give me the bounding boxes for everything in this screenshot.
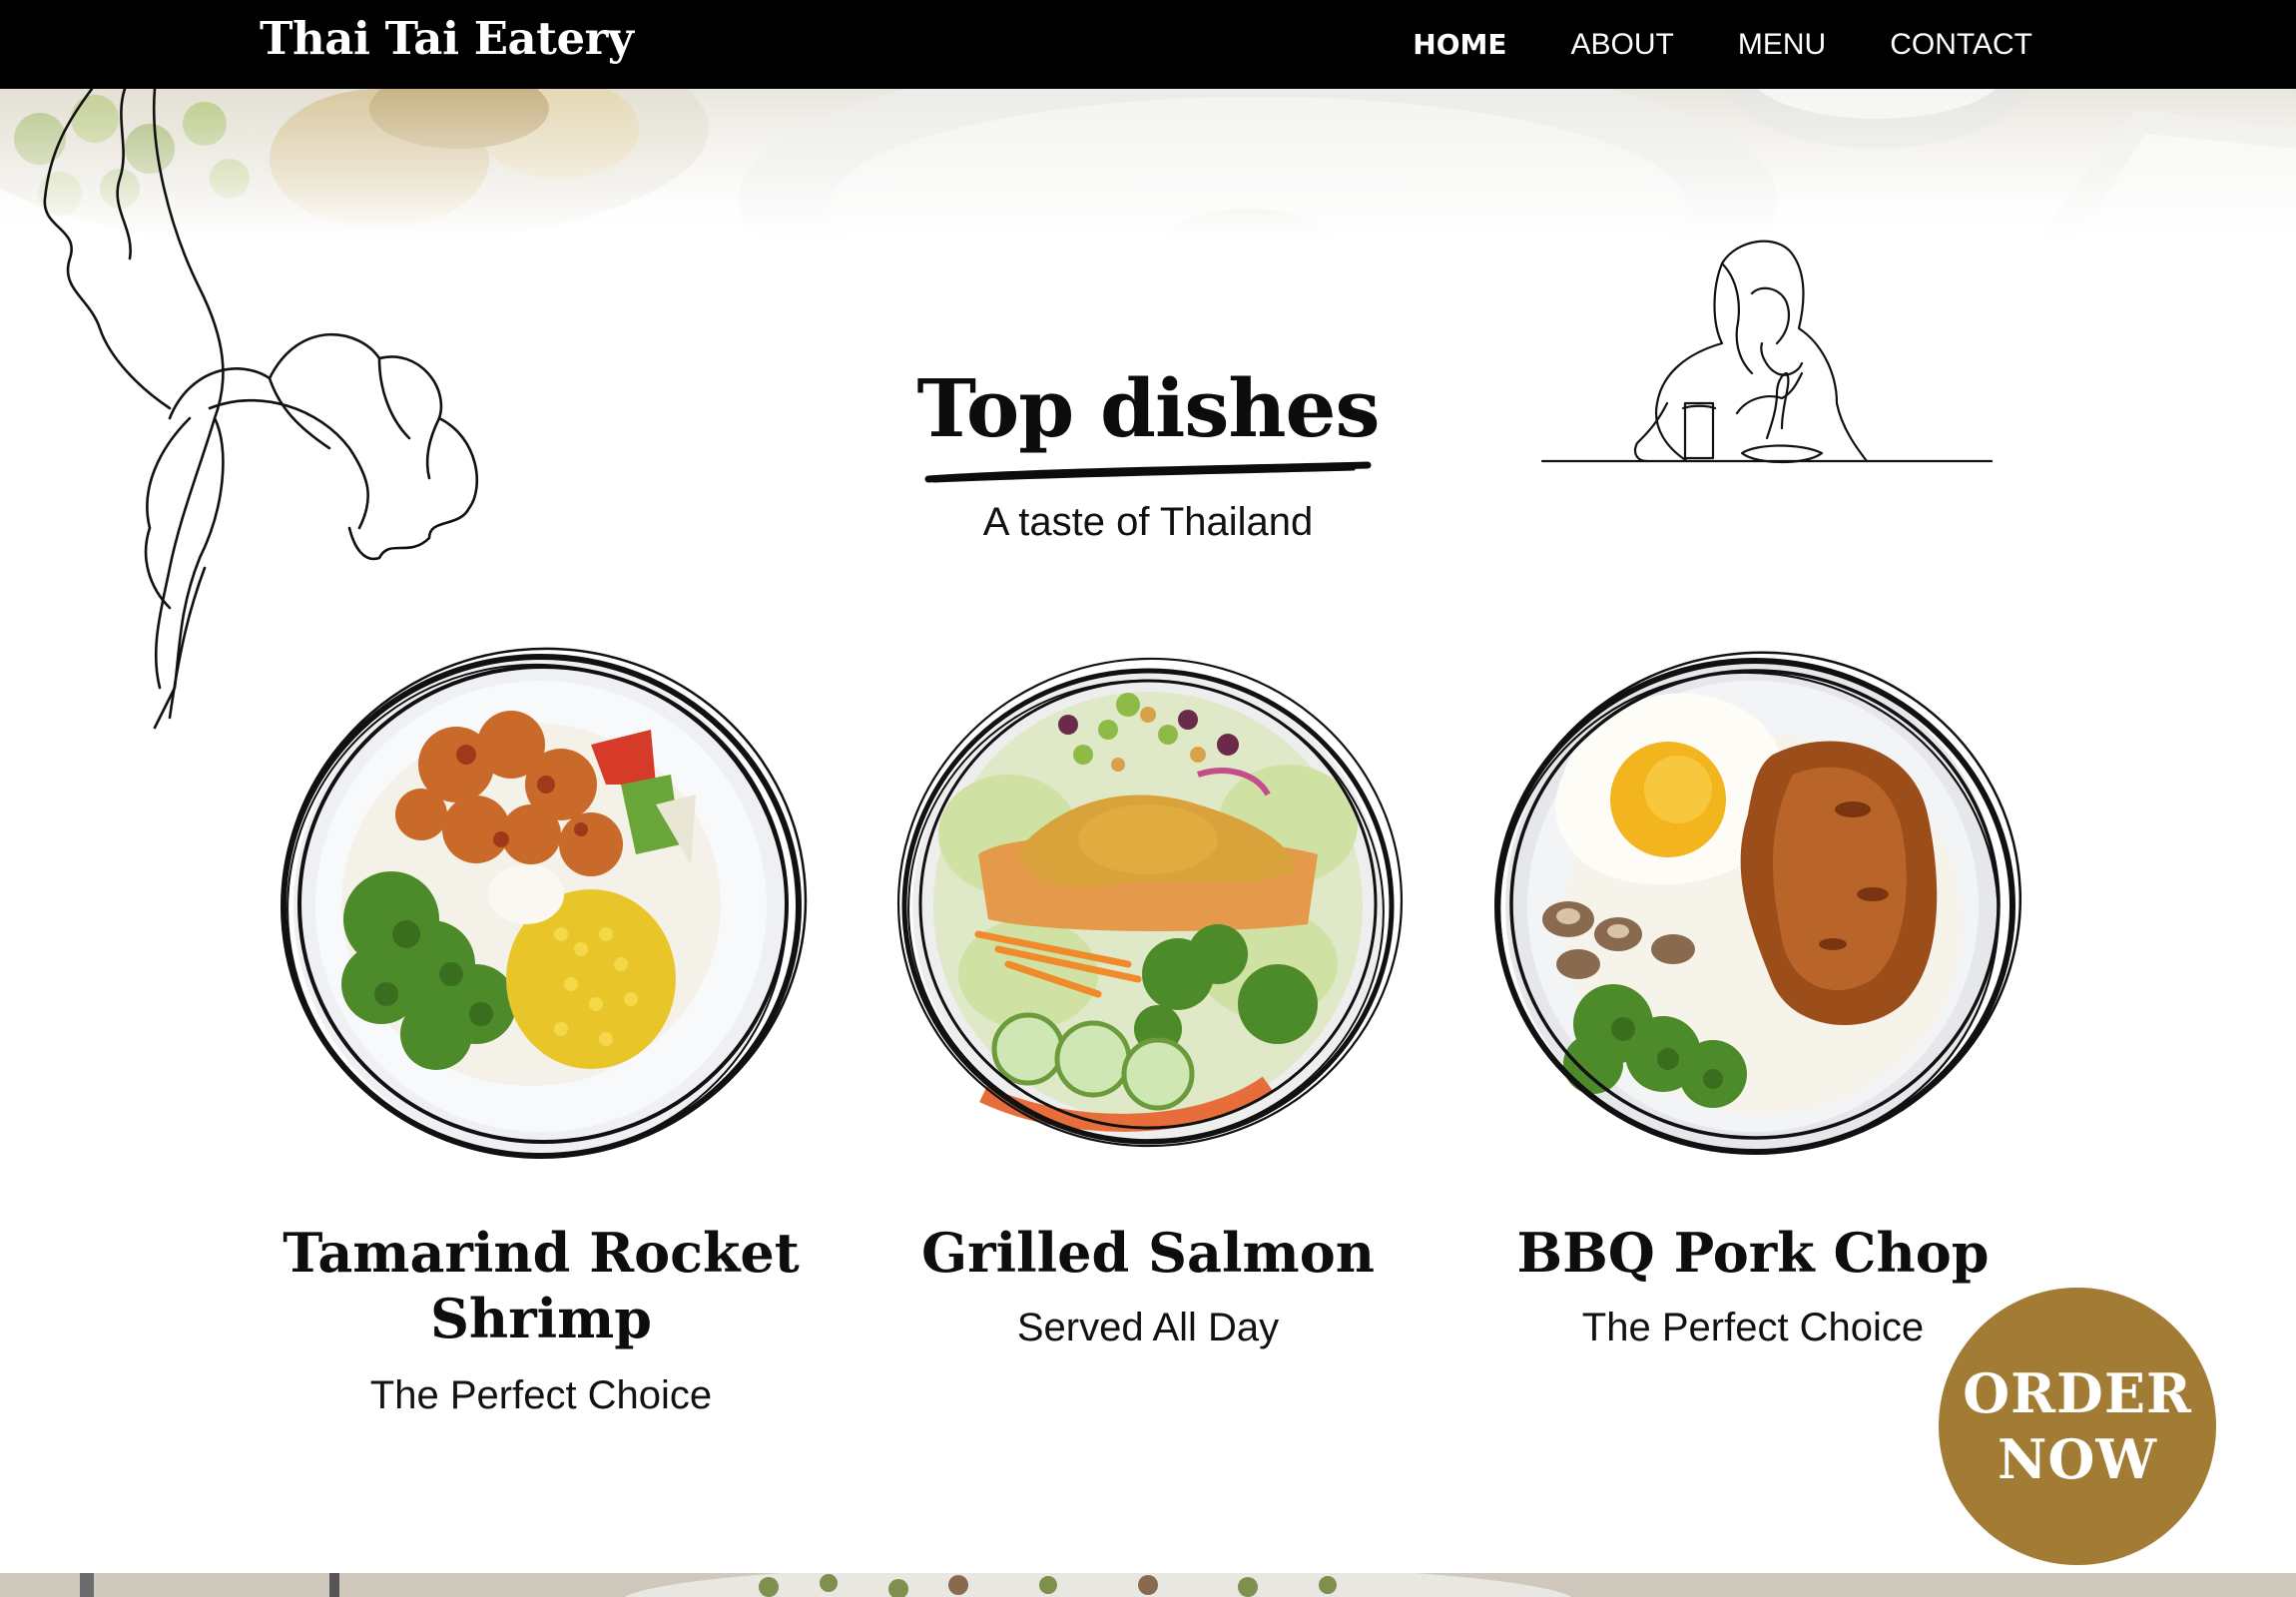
order-button-line-2: NOW xyxy=(1997,1427,2158,1491)
order-now-button[interactable]: ORDER NOW xyxy=(1939,1288,2216,1565)
nav-link-home[interactable]: HOME xyxy=(1413,28,1506,61)
nav-links: HOME ABOUT MENU CONTACT xyxy=(1413,0,2032,89)
dish-name: Tamarind Rocket Shrimp xyxy=(283,1221,800,1350)
nav-link-contact[interactable]: CONTACT xyxy=(1890,28,2032,62)
pork-chop-egg-bowl xyxy=(1494,651,2022,1155)
nav-link-about[interactable]: ABOUT xyxy=(1571,28,1674,62)
dish-name: Grilled Salmon xyxy=(921,1221,1375,1285)
title-underline-icon xyxy=(924,461,1372,483)
bottom-photo-shapes xyxy=(0,1573,2296,1597)
dish-description: The Perfect Choice xyxy=(1581,1306,1925,1349)
section-title: Top dishes xyxy=(916,361,1381,455)
salmon-salad-bowl xyxy=(896,657,1404,1148)
dish-description: The Perfect Choice xyxy=(369,1373,713,1417)
section-subtitle: A taste of Thailand xyxy=(982,500,1314,544)
bottom-background-photo xyxy=(0,1573,2296,1597)
nav-link-menu[interactable]: MENU xyxy=(1738,28,1826,62)
brand-logo-link[interactable]: Thai Tai Eatery xyxy=(260,12,634,65)
order-button-line-1: ORDER xyxy=(1963,1361,2192,1425)
top-navigation-bar: Thai Tai Eatery HOME ABOUT MENU CONTACT xyxy=(0,0,2296,89)
dish-name: BBQ Pork Chop xyxy=(1516,1221,1990,1285)
shrimp-rice-bowl xyxy=(281,647,808,1159)
dish-description: Served All Day xyxy=(1016,1306,1280,1349)
